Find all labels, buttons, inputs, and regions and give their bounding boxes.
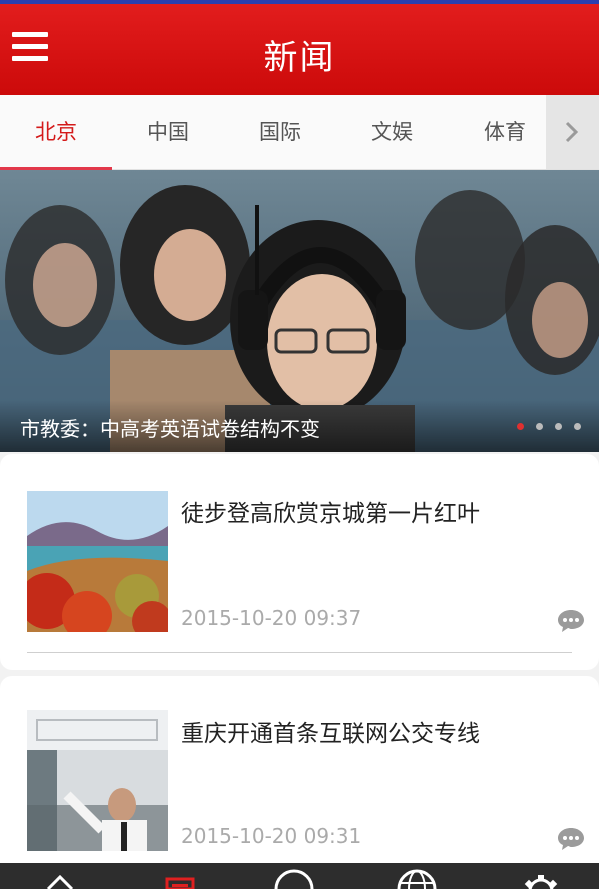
- news-item[interactable]: 重庆开通首条互联网公交专线 2015-10-20 09:31: [0, 676, 599, 876]
- category-tabs: 北京 中国 国际 文娱 体育: [0, 95, 599, 170]
- globe-icon[interactable]: [387, 863, 447, 889]
- carousel-dot[interactable]: [555, 423, 562, 430]
- bottom-navigation: [0, 863, 599, 889]
- news-time: 2015-10-20 09:31: [181, 824, 362, 848]
- carousel-dot[interactable]: [536, 423, 543, 430]
- hero-caption: 市教委：中高考英语试卷结构不变: [20, 417, 320, 441]
- carousel-dot[interactable]: [574, 423, 581, 430]
- home-icon[interactable]: [30, 863, 90, 889]
- tab-entertainment[interactable]: 文娱: [336, 95, 448, 169]
- news-icon[interactable]: [150, 863, 210, 889]
- carousel-dot[interactable]: [517, 423, 524, 430]
- news-thumbnail: [27, 710, 168, 851]
- news-title: 重庆开通首条互联网公交专线: [181, 721, 480, 747]
- page-title: 新闻: [263, 38, 336, 78]
- comment-icon[interactable]: [556, 608, 586, 634]
- news-thumbnail: [27, 491, 168, 632]
- settings-icon[interactable]: [511, 863, 571, 889]
- red-leaves-landscape-photo: [27, 491, 168, 632]
- tab-international[interactable]: 国际: [224, 95, 336, 169]
- divider: [27, 652, 572, 653]
- circle-icon[interactable]: [264, 863, 324, 889]
- tab-china[interactable]: 中国: [112, 95, 224, 169]
- tab-beijing[interactable]: 北京: [0, 95, 112, 170]
- news-time: 2015-10-20 09:37: [181, 606, 362, 630]
- carousel-indicator: [505, 415, 581, 434]
- hero-carousel[interactable]: 市教委：中高考英语试卷结构不变: [0, 170, 599, 452]
- news-item[interactable]: 徒步登高欣赏京城第一片红叶 2015-10-20 09:37: [0, 454, 599, 670]
- tabs-more-button[interactable]: [546, 95, 599, 169]
- app-header: 新闻: [0, 4, 599, 95]
- news-title: 徒步登高欣赏京城第一片红叶: [181, 501, 480, 527]
- chevron-right-icon: [565, 121, 579, 143]
- tab-sports[interactable]: 体育: [449, 95, 561, 169]
- comment-icon[interactable]: [556, 826, 586, 852]
- bus-driver-photo: [27, 710, 168, 851]
